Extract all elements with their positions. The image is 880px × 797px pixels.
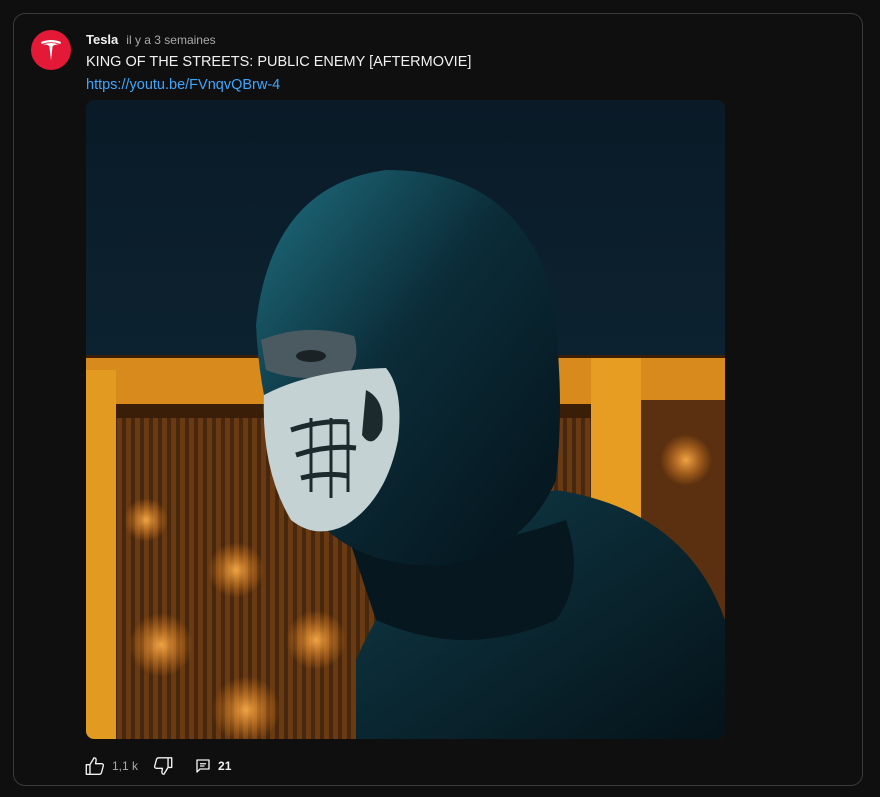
comments-button[interactable]: 21 [194, 754, 231, 778]
post-header: Tesla il y a 3 semaines [86, 32, 216, 47]
thumbs-down-icon [153, 757, 173, 775]
post-link[interactable]: https://youtu.be/FVnqvQBrw-4 [86, 77, 280, 93]
channel-name[interactable]: Tesla [86, 32, 118, 47]
post-actions: 1,1 k 21 [84, 754, 231, 778]
post-timestamp[interactable]: il y a 3 semaines [126, 33, 215, 47]
comment-icon [196, 759, 210, 773]
comment-count: 21 [218, 759, 232, 773]
thumbs-up-icon [85, 757, 105, 775]
tesla-logo-icon [41, 40, 61, 61]
masked-person-photo [86, 100, 725, 739]
channel-avatar[interactable] [31, 30, 71, 70]
like-count: 1,1 k [112, 759, 139, 773]
post-text: KING OF THE STREETS: PUBLIC ENEMY [AFTER… [86, 54, 472, 70]
dislike-button[interactable] [152, 754, 174, 778]
community-post-card: Tesla il y a 3 semaines KING OF THE STRE… [13, 13, 863, 786]
like-button[interactable] [84, 754, 106, 778]
post-image[interactable] [86, 100, 725, 739]
